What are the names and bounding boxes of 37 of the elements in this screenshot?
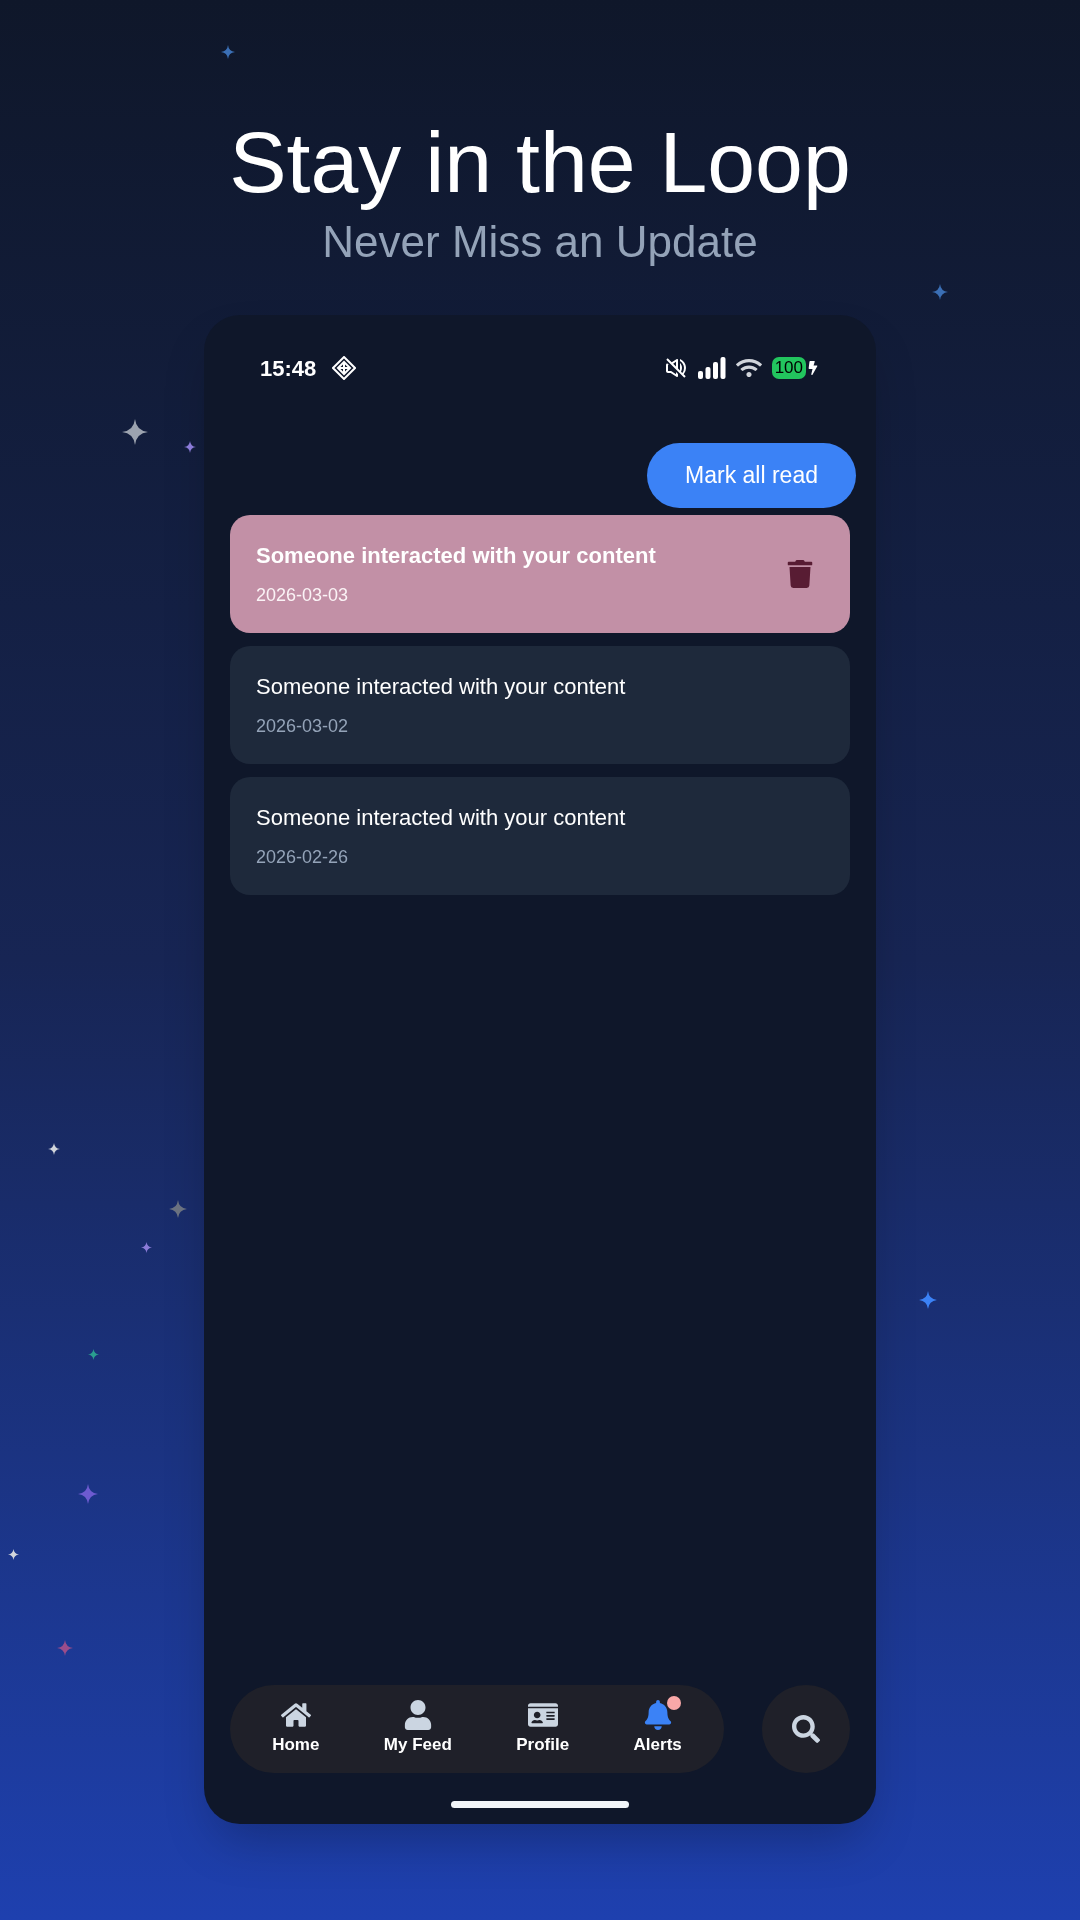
sparkle-icon xyxy=(169,1200,187,1218)
sparkle-icon xyxy=(140,1241,152,1253)
nav-tab[interactable]: Home xyxy=(272,1700,320,1758)
battery-level: 100 xyxy=(771,357,806,379)
sparkle-icon xyxy=(184,441,196,453)
sparkle-icon xyxy=(919,1291,937,1309)
notification-card[interactable]: Someone interacted with your content 2026-02-26 xyxy=(230,777,850,895)
nav-tab[interactable]: Profile xyxy=(516,1700,570,1758)
sparkle-icon xyxy=(48,1143,60,1155)
notification-card[interactable]: Someone interacted with your content 2026-03-02 xyxy=(230,646,850,764)
notification-date: 2026-03-02 xyxy=(256,715,350,738)
sparkle-icon xyxy=(932,284,948,300)
signal-icon xyxy=(697,357,726,379)
notification-date: 2026-03-03 xyxy=(256,584,350,607)
page-title: Stay in the Loop xyxy=(229,113,851,212)
bell-icon xyxy=(642,1700,673,1731)
nav-tab[interactable]: Alerts xyxy=(633,1700,682,1758)
status-time: 15:48 xyxy=(260,354,317,383)
sparkle-icon xyxy=(57,1640,73,1656)
page-subtitle: Never Miss an Update xyxy=(322,216,758,268)
trash-icon[interactable] xyxy=(786,560,814,588)
notification-title: Someone interacted with your content xyxy=(256,673,626,701)
notification-title: Someone interacted with your content xyxy=(256,542,656,570)
charging-icon xyxy=(806,361,820,375)
diamond-grid-icon xyxy=(332,356,357,380)
sparkle-icon xyxy=(87,1348,99,1360)
notification-title: Someone interacted with your content xyxy=(256,804,626,832)
search-icon xyxy=(792,1715,820,1743)
notification-date: 2026-02-26 xyxy=(256,846,350,869)
mute-icon xyxy=(663,356,688,380)
sparkle-icon xyxy=(7,1548,19,1560)
nav-tab[interactable]: My Feed xyxy=(383,1700,452,1758)
sparkle-icon xyxy=(221,45,235,59)
sparkle-icon xyxy=(78,1484,98,1504)
person-icon xyxy=(402,1700,433,1731)
sparkle-icon xyxy=(122,419,148,445)
mark-all-read-button[interactable]: Mark all read xyxy=(647,443,856,508)
